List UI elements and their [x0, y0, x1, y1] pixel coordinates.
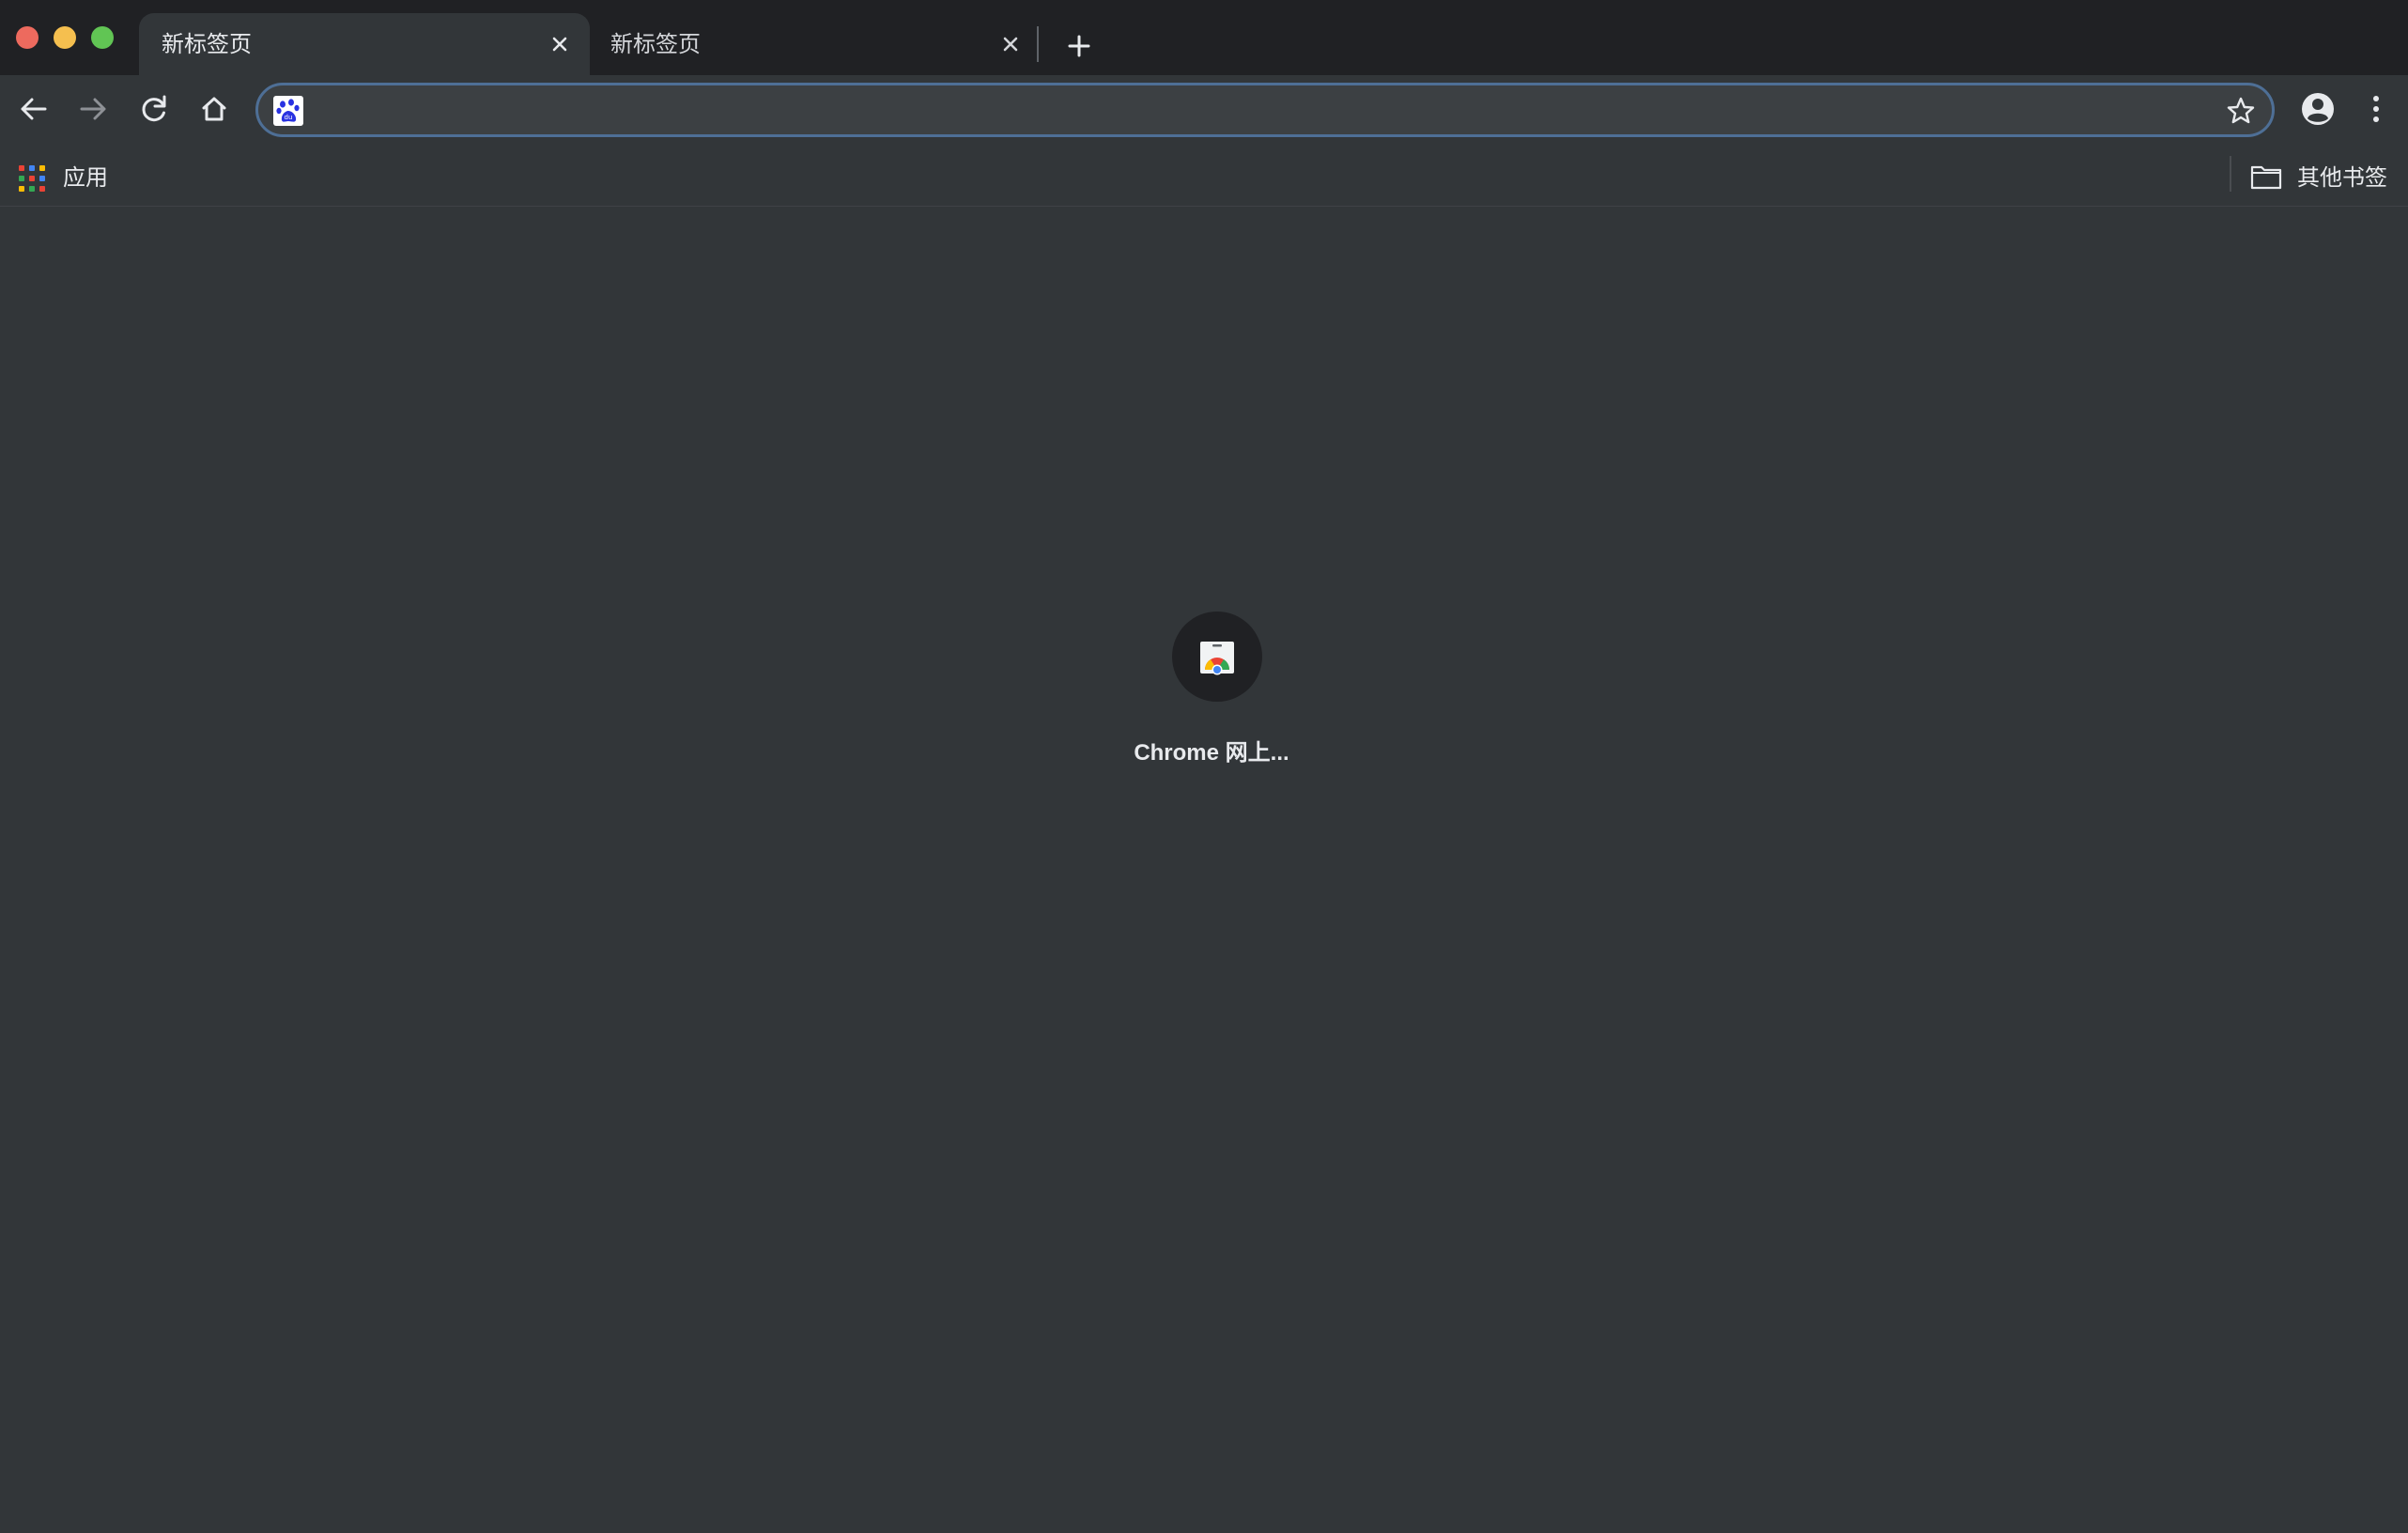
apps-label: 应用 — [63, 164, 108, 191]
tab-title: 新标签页 — [162, 31, 252, 57]
window-maximize-button[interactable] — [91, 26, 114, 49]
tab-active[interactable]: 新标签页 — [139, 13, 590, 75]
tab-strip: 新标签页 新标签页 — [0, 0, 2408, 75]
more-vert-icon — [2373, 96, 2379, 122]
address-input[interactable] — [316, 91, 2195, 129]
apps-grid-icon — [19, 165, 45, 192]
shortcut-title: Chrome 网上... — [1134, 740, 1289, 766]
arrow-left-icon — [21, 98, 47, 120]
reload-button[interactable] — [131, 86, 177, 132]
home-button[interactable] — [192, 86, 237, 132]
tab-close-icon[interactable] — [547, 31, 573, 57]
window-close-button[interactable] — [16, 26, 39, 49]
folder-icon — [2250, 163, 2282, 190]
new-tab-button[interactable] — [1059, 26, 1099, 66]
tab-close-icon[interactable] — [997, 31, 1024, 57]
plus-icon — [1068, 35, 1090, 57]
address-bar[interactable]: du — [255, 83, 2275, 137]
profile-button[interactable] — [2295, 86, 2340, 132]
shortcut-icon-circle — [1172, 612, 1262, 702]
account-circle-icon — [2302, 93, 2334, 125]
reload-icon — [142, 95, 166, 122]
shortcut-tile[interactable]: Chrome 网上... — [1099, 612, 1324, 781]
browser-window: 新标签页 新标签页 du 应用 其他书签 Chrome 网上... — [0, 0, 2408, 1533]
back-button[interactable] — [11, 86, 56, 132]
home-icon — [202, 97, 226, 121]
tab-inactive[interactable]: 新标签页 — [590, 13, 1041, 75]
main-menu-button[interactable] — [2354, 86, 2399, 132]
other-bookmarks-label: 其他书签 — [2297, 164, 2387, 191]
svg-text:du: du — [285, 114, 293, 121]
arrow-right-icon — [80, 98, 106, 120]
forward-button[interactable] — [70, 86, 116, 132]
baidu-paw-icon: du — [273, 96, 303, 126]
apps-shortcut[interactable]: 应用 — [15, 156, 118, 197]
toolbar: du — [0, 75, 2408, 147]
bookmarks-divider — [2230, 156, 2231, 192]
chrome-web-store-icon — [1200, 642, 1234, 675]
tab-title: 新标签页 — [610, 31, 701, 57]
other-bookmarks-folder[interactable]: 其他书签 — [2248, 156, 2399, 197]
new-tab-page: Chrome 网上... — [0, 208, 2408, 1533]
bookmarks-bar: 应用 其他书签 — [0, 147, 2408, 207]
tab-divider — [1037, 26, 1039, 62]
window-minimize-button[interactable] — [54, 26, 76, 49]
bookmark-star-icon[interactable] — [2225, 95, 2257, 127]
